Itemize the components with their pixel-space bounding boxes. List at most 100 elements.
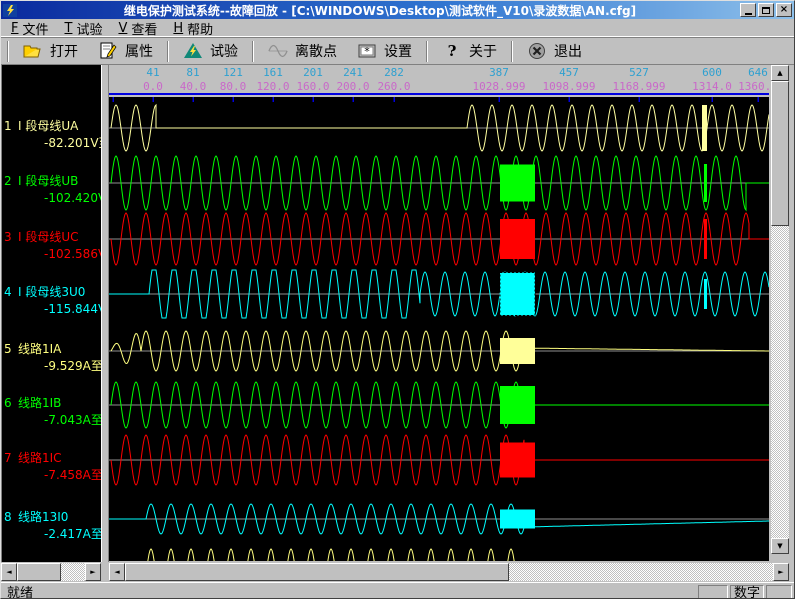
discrete-point-marker-ch3 xyxy=(500,219,535,259)
scroll-up-button[interactable]: ▲ xyxy=(771,65,789,81)
scroll-left-button[interactable]: ◄ xyxy=(1,563,17,581)
channel-range: -7.458A至7. xyxy=(4,467,101,484)
status-cell-2 xyxy=(766,585,792,599)
cursor-bar-ch4 xyxy=(704,279,707,309)
svg-text:*: * xyxy=(364,45,370,58)
channel-number: 2 xyxy=(4,173,18,190)
settings-button[interactable]: * 设置 xyxy=(347,39,422,63)
menu-file[interactable]: F文件 xyxy=(3,20,57,37)
menu-view[interactable]: V查看 xyxy=(110,20,165,37)
toolbar: 打开 属性 试验 离散点 * 设置 xyxy=(1,38,794,65)
open-button[interactable]: 打开 xyxy=(13,39,88,63)
ruler-tick-mark xyxy=(233,97,235,102)
ruler-time-label: 1168.999 xyxy=(613,80,666,93)
toolbar-separator xyxy=(7,41,9,62)
properties-icon xyxy=(98,42,118,60)
status-cell-num: 数字 xyxy=(730,585,764,599)
ruler-tick-mark xyxy=(353,97,355,102)
properties-button[interactable]: 属性 xyxy=(88,39,163,63)
menu-help[interactable]: H帮助 xyxy=(165,20,221,37)
status-ready: 就绪 xyxy=(3,582,696,599)
ruler-tick-mark xyxy=(394,97,396,102)
ruler-sample-label: 387 xyxy=(489,66,509,79)
channel-range: -102.586V至 xyxy=(4,246,101,263)
discrete-point-marker-ch4 xyxy=(500,273,535,316)
channel-label-7[interactable]: 7线路1IC-7.458A至7. xyxy=(4,450,101,484)
status-bar: 就绪 数字 xyxy=(1,582,794,599)
discrete-points-button[interactable]: 离散点 xyxy=(258,39,347,63)
toolbar-separator xyxy=(252,41,254,62)
test-button[interactable]: 试验 xyxy=(173,39,248,63)
exit-button[interactable]: 退出 xyxy=(517,39,592,63)
channel-number: 5 xyxy=(4,341,18,358)
app-icon xyxy=(3,4,17,17)
channel-label-1[interactable]: 1I 段母线UA-82.201V至8 xyxy=(4,118,101,152)
hscroll-thumb[interactable] xyxy=(125,563,509,581)
channel-number: 7 xyxy=(4,450,18,467)
channel-name: I 段母线UC xyxy=(18,230,79,244)
discrete-point-marker-ch7 xyxy=(500,443,535,478)
discrete-point-marker-ch8 xyxy=(500,510,535,529)
channel-label-5[interactable]: 5线路1IA -9.529A至14 xyxy=(4,341,101,375)
hscroll-thumb[interactable] xyxy=(17,563,61,581)
ruler-time-label: 260.0 xyxy=(377,80,410,93)
ruler-sample-label: 600 xyxy=(702,66,722,79)
channel-range: -7.043A至7. xyxy=(4,412,101,429)
vertical-scrollbar[interactable]: ▲ ▼ xyxy=(771,65,789,554)
window-title: 继电保护测试系统--故障回放 - [C:\WINDOWS\Desktop\测试软… xyxy=(20,2,740,19)
ruler-sample-label: 81 xyxy=(186,66,199,79)
channel-label-8[interactable]: 8线路13I0-2.417A至4. xyxy=(4,509,101,543)
scroll-left-button[interactable]: ◄ xyxy=(109,563,125,581)
exit-icon xyxy=(527,42,547,60)
arrow-left-icon: ◄ xyxy=(114,568,119,576)
menu-bar: F文件 T试验 V查看 H帮助 xyxy=(1,19,794,38)
channel-label-panel: 1I 段母线UA-82.201V至82I 段母线UB-102.420V至3I 段… xyxy=(1,65,101,562)
ruler-tick-mark xyxy=(639,97,641,102)
channel-label-2[interactable]: 2I 段母线UB-102.420V至 xyxy=(4,173,101,207)
discrete-points-icon xyxy=(268,42,288,60)
channel-name: 线路1IA xyxy=(18,342,61,356)
minimize-button[interactable] xyxy=(740,3,756,17)
arrow-right-icon: ► xyxy=(778,568,783,576)
channel-number: 3 xyxy=(4,229,18,246)
scroll-down-button[interactable]: ▼ xyxy=(771,538,789,554)
discrete-point-marker-ch2 xyxy=(500,165,535,202)
channel-name: 线路13I0 xyxy=(18,510,68,524)
settings-icon: * xyxy=(357,42,377,60)
channel-range: -9.529A至14 xyxy=(4,358,101,375)
waveform-hscrollbar[interactable]: ◄ ► xyxy=(109,563,789,581)
close-button[interactable]: × xyxy=(776,3,792,17)
waveform-plot[interactable] xyxy=(109,97,769,561)
panel-divider[interactable] xyxy=(101,65,109,562)
waveform-trace-ch9 xyxy=(109,549,769,561)
ruler-tick-mark xyxy=(273,97,275,102)
channel-label-3[interactable]: 3I 段母线UC -102.586V至 xyxy=(4,229,101,263)
discrete-point-marker-ch6 xyxy=(500,386,535,424)
scroll-right-button[interactable]: ► xyxy=(85,563,101,581)
ruler-tick-mark xyxy=(193,97,195,102)
channel-label-4[interactable]: 4I 段母线3U0-115.844V至 xyxy=(4,284,101,318)
arrow-down-icon: ▼ xyxy=(777,542,782,550)
cursor-bar-ch3 xyxy=(704,219,707,259)
channel-name: I 段母线UB xyxy=(18,174,78,188)
menu-test[interactable]: T试验 xyxy=(57,20,111,37)
ruler-time-label: 40.0 xyxy=(180,80,207,93)
minimize-icon xyxy=(745,13,752,15)
channel-label-6[interactable]: 6线路1IB-7.043A至7. xyxy=(4,395,101,429)
vscroll-thumb[interactable] xyxy=(771,81,789,226)
channel-name: I 段母线UA xyxy=(18,119,78,133)
channel-range: -82.201V至8 xyxy=(4,135,101,152)
cursor-bar-ch1 xyxy=(702,105,707,151)
arrow-right-icon: ► xyxy=(90,568,95,576)
ruler-sample-label: 161 xyxy=(263,66,283,79)
about-button[interactable]: ? 关于 xyxy=(432,39,507,63)
label-panel-hscrollbar[interactable]: ◄ ► xyxy=(1,563,101,581)
toolbar-separator xyxy=(167,41,169,62)
ruler-sample-label: 457 xyxy=(559,66,579,79)
ruler-time-label: 0.0 xyxy=(143,80,163,93)
ruler-sample-label: 201 xyxy=(303,66,323,79)
ruler: 410.08140.012180.0161120.0201160.0241200… xyxy=(109,65,769,95)
discrete-point-marker-ch5 xyxy=(500,338,535,364)
scroll-right-button[interactable]: ► xyxy=(773,563,789,581)
restore-button[interactable] xyxy=(758,3,774,17)
